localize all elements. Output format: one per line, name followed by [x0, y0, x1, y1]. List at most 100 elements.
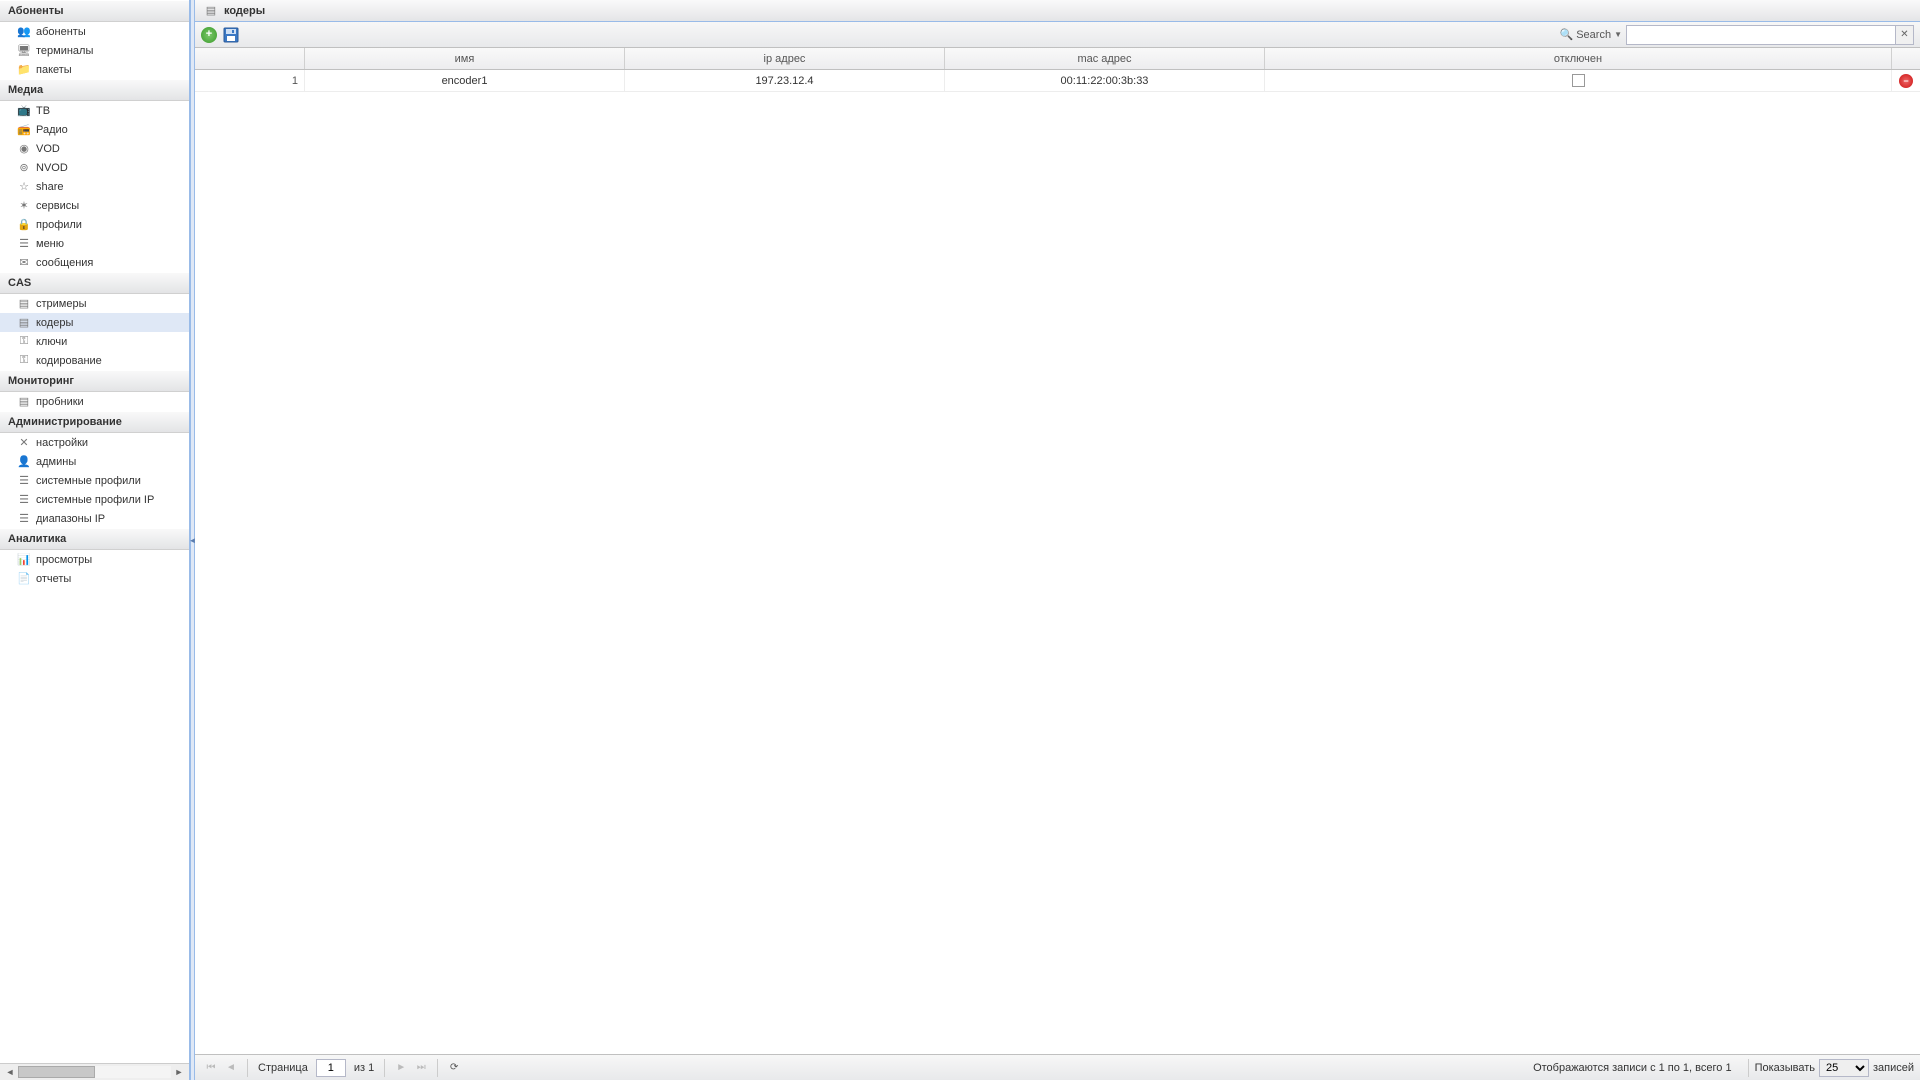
- nav-label: VOD: [36, 143, 183, 155]
- cell-mac[interactable]: 00:11:22:00:3b:33: [945, 70, 1265, 91]
- sidebar-item[interactable]: ☰диапазоны IP: [0, 509, 189, 528]
- nav-label: админы: [36, 456, 183, 468]
- sidebar-item[interactable]: 🖥 терминалы: [0, 41, 189, 60]
- nav-label: настройки: [36, 437, 183, 449]
- page-label: Страница: [258, 1062, 308, 1074]
- sidebar-item[interactable]: 📄отчеты: [0, 569, 189, 588]
- last-page-button[interactable]: ⏭: [413, 1060, 429, 1076]
- sidebar-item[interactable]: ▤кодеры: [0, 313, 189, 332]
- scroll-left-icon[interactable]: ◄: [4, 1066, 16, 1078]
- nav-label: системные профили: [36, 475, 183, 487]
- column-name[interactable]: имя: [305, 48, 625, 69]
- sidebar-item[interactable]: 📺ТВ: [0, 101, 189, 120]
- add-button[interactable]: +: [201, 27, 217, 43]
- column-ip[interactable]: ip адрес: [625, 48, 945, 69]
- nav-icon: 👥: [16, 24, 32, 40]
- nav-label: сообщения: [36, 257, 183, 269]
- sidebar-item[interactable]: ✶ сервисы: [0, 196, 189, 215]
- sidebar-item[interactable]: ▤пробники: [0, 392, 189, 411]
- sidebar-group-header[interactable]: CAS: [0, 272, 189, 294]
- nav-icon: 📄: [16, 571, 32, 587]
- panel-header: ▤ кодеры: [195, 0, 1920, 22]
- save-button[interactable]: [223, 27, 239, 43]
- nav-label: стримеры: [36, 298, 183, 310]
- nav-label: кодирование: [36, 355, 183, 367]
- nav-label: ТВ: [36, 105, 183, 117]
- nav-label: ключи: [36, 336, 183, 348]
- checkbox[interactable]: [1572, 74, 1585, 87]
- paging-status: Отображаются записи с 1 по 1, всего 1: [1533, 1062, 1732, 1074]
- sidebar-group-header[interactable]: Аналитика: [0, 528, 189, 550]
- column-mac[interactable]: mac адрес: [945, 48, 1265, 69]
- search-input[interactable]: [1626, 25, 1896, 45]
- sidebar-item[interactable]: 📊просмотры: [0, 550, 189, 569]
- cell-name[interactable]: encoder1: [305, 70, 625, 91]
- nav-icon: ▤: [16, 296, 32, 312]
- prev-page-button[interactable]: ◄: [223, 1060, 239, 1076]
- nav-label: просмотры: [36, 554, 183, 566]
- table-row[interactable]: 1encoder1197.23.12.400:11:22:00:3b:33−: [195, 70, 1920, 92]
- sidebar-item[interactable]: ◉VOD: [0, 139, 189, 158]
- nav-icon: ⊚: [16, 160, 32, 176]
- nav-label: пробники: [36, 396, 183, 408]
- column-disabled[interactable]: отключен: [1265, 48, 1892, 69]
- grid: имя ip адрес mac адрес отключен 1encoder…: [195, 48, 1920, 1054]
- sidebar-item[interactable]: ⊚NVOD: [0, 158, 189, 177]
- nav-icon: 🖥: [16, 43, 32, 59]
- sidebar-item[interactable]: 👥абоненты: [0, 22, 189, 41]
- nav-icon: ✶: [16, 198, 32, 214]
- nav-icon: 👤: [16, 454, 32, 470]
- cell-disabled[interactable]: [1265, 70, 1892, 91]
- nav-label: терминалы: [36, 45, 183, 57]
- nav-label: пакеты: [36, 64, 183, 76]
- sidebar-item[interactable]: ▤ стримеры: [0, 294, 189, 313]
- show-label: Показывать: [1755, 1062, 1815, 1074]
- nav-icon: ✕: [16, 435, 32, 451]
- search-clear-button[interactable]: ✕: [1896, 25, 1914, 45]
- sidebar-item[interactable]: ☆share: [0, 177, 189, 196]
- sidebar-item[interactable]: ☰системные профили IP: [0, 490, 189, 509]
- cell-ip[interactable]: 197.23.12.4: [625, 70, 945, 91]
- nav-icon: 🔒: [16, 217, 32, 233]
- page-input[interactable]: [316, 1059, 346, 1077]
- sidebar-item[interactable]: ⚿ключи: [0, 332, 189, 351]
- sidebar-group-header[interactable]: Абоненты: [0, 0, 189, 22]
- sidebar-item[interactable]: ✕ настройки: [0, 433, 189, 452]
- nav-label: кодеры: [36, 317, 183, 329]
- nav-label: диапазоны IP: [36, 513, 183, 525]
- nav-label: сервисы: [36, 200, 183, 212]
- panel-icon: ▤: [203, 3, 219, 19]
- refresh-button[interactable]: ⟳: [446, 1060, 462, 1076]
- sidebar-item[interactable]: ⚿кодирование: [0, 351, 189, 370]
- sidebar-group-header[interactable]: Мониторинг: [0, 370, 189, 392]
- sidebar-group-header[interactable]: Медиа: [0, 79, 189, 101]
- scrollbar-thumb[interactable]: [18, 1066, 95, 1078]
- scrollbar-track[interactable]: [18, 1066, 171, 1078]
- page-size-select[interactable]: 25: [1819, 1059, 1869, 1077]
- sidebar-item[interactable]: ☰ системные профили: [0, 471, 189, 490]
- records-label: записей: [1873, 1062, 1914, 1074]
- toolbar: + 🔍 Search ▼ ✕: [195, 22, 1920, 48]
- delete-button[interactable]: −: [1899, 74, 1913, 88]
- nav-icon: ☆: [16, 179, 32, 195]
- sidebar-item[interactable]: ✉сообщения: [0, 253, 189, 272]
- sidebar-item[interactable]: 📁 пакеты: [0, 60, 189, 79]
- cell-delete: −: [1892, 70, 1920, 91]
- sidebar-item[interactable]: 👤 админы: [0, 452, 189, 471]
- page-of-label: из 1: [354, 1062, 374, 1074]
- sidebar-item[interactable]: ☰меню: [0, 234, 189, 253]
- scroll-right-icon[interactable]: ►: [173, 1066, 185, 1078]
- column-delete: [1892, 48, 1920, 69]
- sidebar-item[interactable]: 🔒профили: [0, 215, 189, 234]
- search-dropdown[interactable]: 🔍 Search ▼: [1560, 28, 1622, 41]
- column-number[interactable]: [195, 48, 305, 69]
- first-page-button[interactable]: ⏮: [203, 1060, 219, 1076]
- search-label-text: Search: [1576, 29, 1611, 41]
- next-page-button[interactable]: ►: [393, 1060, 409, 1076]
- sidebar-hscrollbar[interactable]: ◄ ►: [0, 1063, 189, 1080]
- nav-icon: 📁: [16, 62, 32, 78]
- sidebar-item[interactable]: 📻Радио: [0, 120, 189, 139]
- nav-icon: ☰: [16, 236, 32, 252]
- nav-icon: ☰: [16, 473, 32, 489]
- sidebar-group-header[interactable]: Администрирование: [0, 411, 189, 433]
